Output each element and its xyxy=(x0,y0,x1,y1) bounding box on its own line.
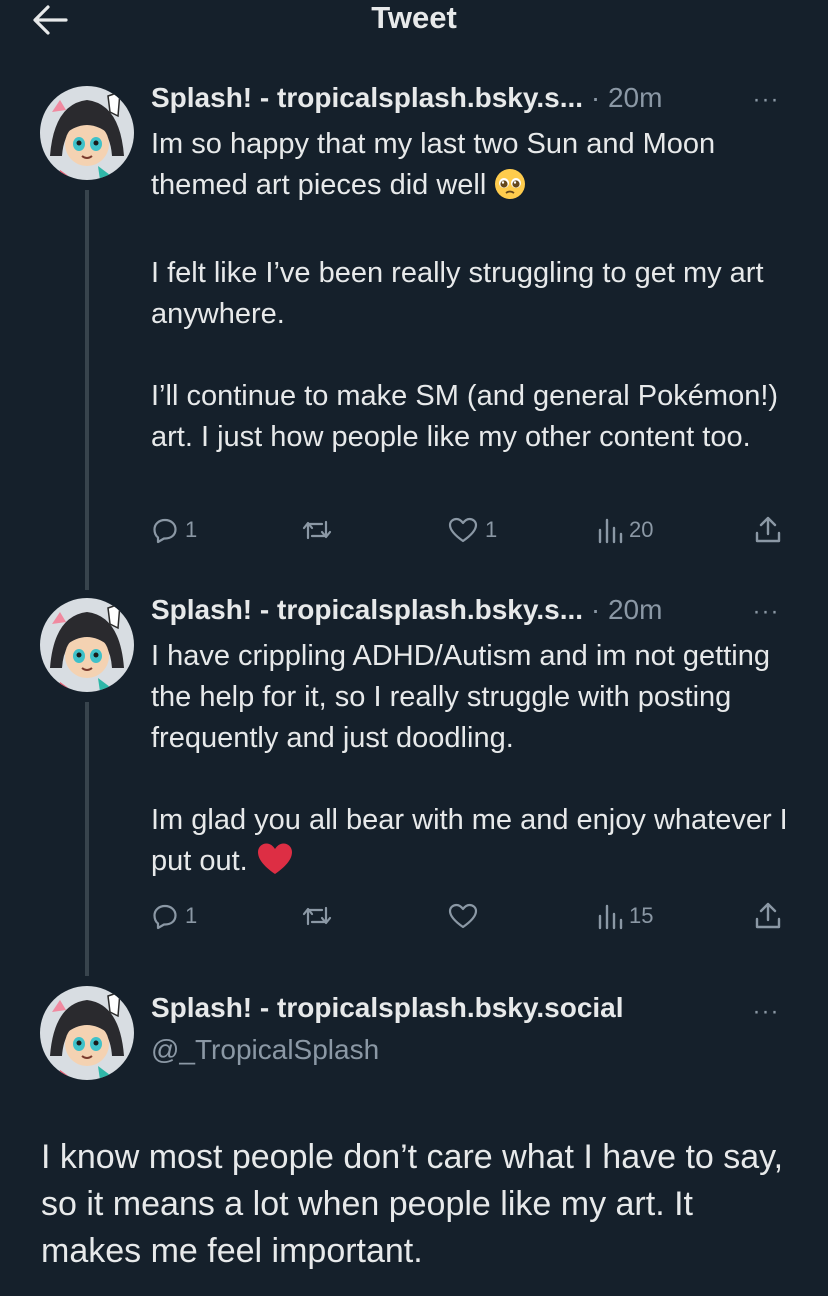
author-row: Splash! - tropicalsplash.bsky.s... · 20m xyxy=(151,594,788,634)
views-button[interactable]: 20 xyxy=(597,510,653,550)
views-count: 20 xyxy=(629,517,654,542)
views-icon xyxy=(597,516,623,544)
author-name[interactable]: Splash! - tropicalsplash.bsky.s... xyxy=(151,594,583,625)
views-button[interactable]: 15 xyxy=(597,896,653,936)
author-row: Splash! - tropicalsplash.bsky.social xyxy=(151,992,788,1032)
retweet-button[interactable] xyxy=(300,896,340,936)
more-icon[interactable]: ··· xyxy=(748,86,784,116)
main-tweet: Splash! - tropicalsplash.bsky.social @_T… xyxy=(0,980,828,1296)
separator-dot: · xyxy=(590,82,601,113)
reply-icon xyxy=(151,516,179,544)
retweet-icon xyxy=(300,516,334,544)
action-bar: 1 1 20 xyxy=(0,510,828,550)
reply-icon xyxy=(151,902,179,930)
author-name[interactable]: Splash! - tropicalsplash.bsky.social xyxy=(151,992,624,1023)
tweet-text: I have crippling ADHD/Autism and im not … xyxy=(151,636,788,888)
share-button[interactable] xyxy=(753,896,783,936)
reply-count: 1 xyxy=(185,903,198,928)
avatar[interactable] xyxy=(40,986,134,1080)
like-icon xyxy=(447,902,479,930)
avatar[interactable] xyxy=(40,598,134,692)
main-tweet-text: I know most people don’t care what I hav… xyxy=(41,1138,784,1270)
author-name[interactable]: Splash! - tropicalsplash.bsky.s... xyxy=(151,82,583,113)
share-button[interactable] xyxy=(753,510,783,550)
like-count: 1 xyxy=(485,517,498,542)
more-icon[interactable]: ··· xyxy=(748,998,784,1028)
more-icon[interactable]: ··· xyxy=(748,598,784,628)
author-handle[interactable]: @_TropicalSplash xyxy=(151,1034,379,1066)
like-button[interactable] xyxy=(447,896,485,936)
thread-tweet-2[interactable]: Splash! - tropicalsplash.bsky.s... · 20m… xyxy=(0,580,828,980)
retweet-button[interactable] xyxy=(300,510,340,550)
tweet-paragraph: I have crippling ADHD/Autism and im not … xyxy=(151,640,770,754)
like-button[interactable]: 1 xyxy=(447,510,497,550)
pleading-face-icon xyxy=(494,168,526,212)
tweet-paragraph: Im so happy that my last two Sun and Moo… xyxy=(151,128,716,201)
separator-dot: · xyxy=(590,594,601,625)
action-bar: 1 15 xyxy=(0,896,828,936)
timestamp[interactable]: 20m xyxy=(608,594,662,625)
reply-button[interactable]: 1 xyxy=(151,896,197,936)
reply-button[interactable]: 1 xyxy=(151,510,197,550)
avatar[interactable] xyxy=(40,86,134,180)
share-icon xyxy=(753,901,783,931)
share-icon xyxy=(753,515,783,545)
author-row: Splash! - tropicalsplash.bsky.s... · 20m xyxy=(151,82,788,122)
tweet-paragraph: Im glad you all bear with me and enjoy w… xyxy=(151,804,788,877)
reply-count: 1 xyxy=(185,517,198,542)
retweet-icon xyxy=(300,902,334,930)
tweet-paragraph: I’ll continue to make SM (and general Po… xyxy=(151,380,779,453)
tweet-paragraph: I felt like I’ve been really struggling … xyxy=(151,257,764,330)
views-icon xyxy=(597,902,623,930)
like-icon xyxy=(447,516,479,544)
tweet-thread-page: Tweet Splash! - tropicalsplash.bsky.s...… xyxy=(0,0,828,1296)
timestamp[interactable]: 20m xyxy=(608,82,662,113)
thread-tweet-1[interactable]: Splash! - tropicalsplash.bsky.s... · 20m… xyxy=(0,0,828,590)
red-heart-icon xyxy=(256,842,294,888)
tweet-text: Im so happy that my last two Sun and Moo… xyxy=(151,124,788,458)
views-count: 15 xyxy=(629,903,654,928)
